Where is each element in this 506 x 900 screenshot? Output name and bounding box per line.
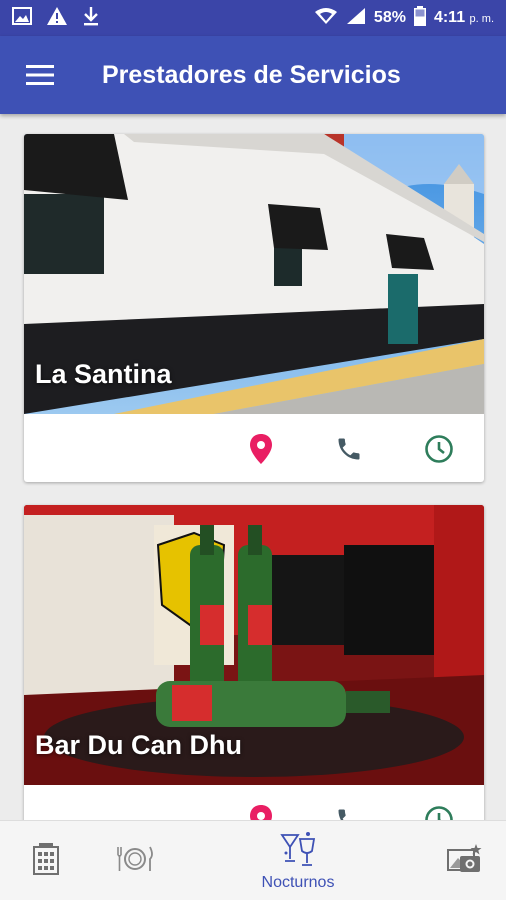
nav-photos[interactable] [436,821,492,900]
download-icon [82,6,100,31]
clock-time: 4:11 p. m. [434,9,494,27]
service-photo[interactable]: Bar Du Can Dhu [24,505,484,785]
card-title: La Santina [35,359,172,389]
hamburger-menu-icon[interactable] [0,36,80,114]
service-list[interactable]: La Santina Bar Du Can Dhu [0,114,506,820]
card-actions [24,414,484,482]
time-ampm: p. m. [469,13,494,25]
clock-icon[interactable] [422,803,456,820]
nav-restaurants[interactable] [110,821,160,900]
hotel-icon [33,842,59,880]
phone-icon[interactable] [332,803,366,820]
nav-hotels[interactable] [22,821,70,900]
service-card[interactable]: La Santina [24,134,484,482]
nightlife-icon [278,831,318,872]
nav-nocturnos[interactable]: Nocturnos [246,821,350,900]
phone-icon[interactable] [332,432,366,466]
app-bar: Prestadores de Servicios [0,36,506,114]
card-actions [24,785,484,820]
clock-icon[interactable] [422,432,456,466]
time-value: 4:11 [433,9,466,26]
bottom-navigation: Nocturnos [0,820,506,900]
warning-icon [46,6,68,31]
service-card[interactable]: Bar Du Can Dhu [24,505,484,820]
service-photo[interactable]: La Santina [24,134,484,414]
photo-icon [446,843,482,879]
page-title: Prestadores de Servicios [102,60,401,89]
nav-label-nocturnos: Nocturnos [261,873,335,891]
status-bar: 58% 4:11 p. m. [0,0,506,36]
signal-icon [346,7,366,30]
battery-icon [413,5,426,31]
image-icon [12,6,32,30]
location-icon[interactable] [244,432,278,466]
card-title: Bar Du Can Dhu [35,730,243,760]
battery-percent: 58% [373,9,406,26]
location-icon[interactable] [244,803,278,820]
wifi-icon [314,7,338,30]
restaurant-icon [115,845,155,878]
